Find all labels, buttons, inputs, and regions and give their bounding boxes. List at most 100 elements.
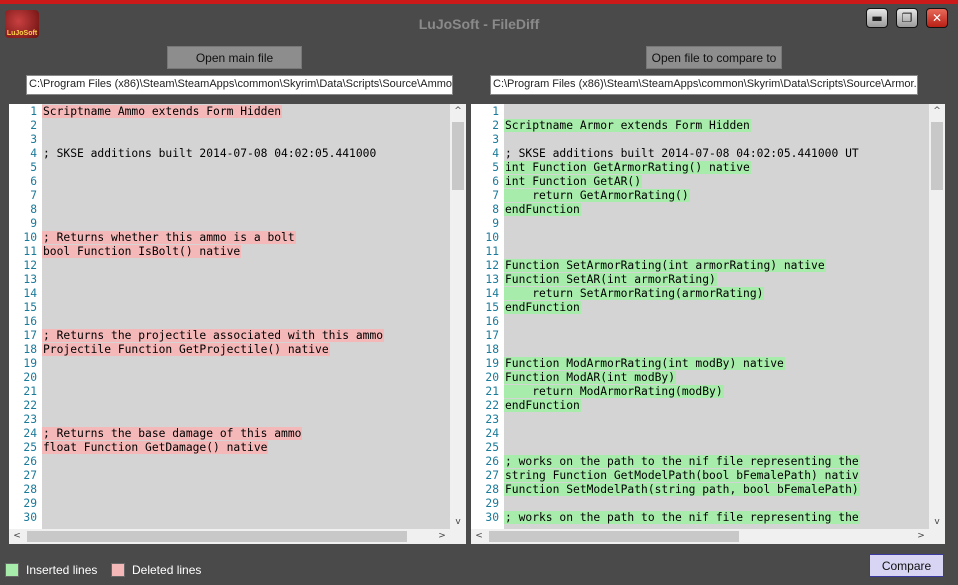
compare-file-pane[interactable]: 1 2 3 4 5 6 7 8 9 10 11 12 13 14 15 16 17 18 19 20 21 22 23 24 2…: [471, 104, 945, 544]
line-number: 26: [485, 455, 499, 468]
compare-button[interactable]: Compare: [869, 554, 944, 577]
code-line: ; Returns whether this ammo is a bolt: [42, 231, 450, 245]
line-number: 25: [23, 441, 37, 454]
main-file-pane[interactable]: 1 2 3 4 5 6 7 8 9 10 11 12 13 14 15 16 17 18 19 20 21 22 23 24 2…: [9, 104, 466, 544]
line-number: 6: [492, 175, 499, 188]
code-line: ; SKSE additions built 2014-07-08 04:02:…: [504, 147, 929, 161]
line-number: 10: [23, 231, 37, 244]
code-line: ; Returns the base damage of this ammo: [42, 427, 450, 441]
code-line-text: ; SKSE additions built 2014-07-08 04:02:…: [505, 147, 859, 160]
line-number: 26: [23, 455, 37, 468]
line-number-gutter: 1 2 3 4 5 6 7 8 9 10 11 12 13 14 15 16 17 18 19 20 21 22 23 24 2…: [9, 104, 43, 529]
scrollbar-corner: [929, 529, 945, 544]
open-main-file-button[interactable]: Open main file: [167, 46, 302, 69]
line-number: 20: [485, 371, 499, 384]
line-number: 18: [485, 343, 499, 356]
scroll-right-icon[interactable]: >: [434, 529, 450, 543]
line-number: 16: [485, 315, 499, 328]
compare-file-path-field[interactable]: C:\Program Files (x86)\Steam\SteamApps\c…: [490, 75, 918, 95]
line-number: 16: [23, 315, 37, 328]
code-line: [42, 273, 450, 287]
code-line-text: return SetArmorRating(armorRating): [504, 287, 765, 300]
code-line: [504, 497, 929, 511]
minimize-button[interactable]: ▬: [866, 8, 888, 28]
main-file-text[interactable]: Scriptname Ammo extends Form Hidden ; SKS…: [42, 104, 450, 529]
scroll-left-icon[interactable]: <: [9, 529, 25, 543]
line-number: 15: [485, 301, 499, 314]
scrollbar-thumb[interactable]: [931, 122, 943, 190]
line-number: 22: [23, 399, 37, 412]
maximize-button[interactable]: ❐: [896, 8, 918, 28]
close-button[interactable]: ✕: [926, 8, 948, 28]
code-line-text: ; works on the path to the nif file repr…: [504, 455, 860, 468]
line-number: 2: [30, 119, 37, 132]
scroll-right-icon[interactable]: >: [913, 529, 929, 543]
code-line: [504, 329, 929, 343]
horizontal-scrollbar[interactable]: < >: [9, 529, 450, 544]
code-line-text: ; Returns whether this ammo is a bolt: [42, 231, 296, 244]
code-line: [42, 483, 450, 497]
compare-file-text[interactable]: Scriptname Armor extends Form Hidden ; SK…: [504, 104, 929, 529]
horizontal-scrollbar[interactable]: < >: [471, 529, 929, 544]
scroll-down-icon[interactable]: v: [450, 515, 466, 529]
vertical-scrollbar[interactable]: ^ v: [450, 104, 466, 529]
open-compare-file-button[interactable]: Open file to compare to: [646, 46, 782, 69]
line-number: 18: [23, 343, 37, 356]
scrollbar-thumb[interactable]: [452, 122, 464, 190]
code-line: [42, 399, 450, 413]
line-number: 1: [30, 105, 37, 118]
code-line: Function ModArmorRating(int modBy) nativ…: [504, 357, 929, 371]
code-line: [42, 189, 450, 203]
code-line: ; works on the path to the nif file repr…: [504, 455, 929, 469]
main-file-path-field[interactable]: C:\Program Files (x86)\Steam\SteamApps\c…: [26, 75, 453, 95]
code-line: return ModArmorRating(modBy): [504, 385, 929, 399]
line-number: 14: [485, 287, 499, 300]
scroll-down-icon[interactable]: v: [929, 515, 945, 529]
code-line-text: return GetArmorRating(): [504, 189, 690, 202]
line-number: 3: [492, 133, 499, 146]
line-number: 5: [492, 161, 499, 174]
deleted-legend-label: Deleted lines: [132, 563, 202, 577]
vertical-scrollbar[interactable]: ^ v: [929, 104, 945, 529]
code-line-text: int Function GetAR(): [504, 175, 643, 188]
line-number: 23: [485, 413, 499, 426]
line-number: 17: [23, 329, 37, 342]
line-number: 27: [485, 469, 499, 482]
scrollbar-thumb[interactable]: [27, 531, 407, 542]
line-number: 12: [485, 259, 499, 272]
line-number: 21: [23, 385, 37, 398]
scroll-up-icon[interactable]: ^: [929, 104, 945, 118]
code-line: return SetArmorRating(armorRating): [504, 287, 929, 301]
code-line: [504, 245, 929, 259]
code-line: [42, 133, 450, 147]
scroll-left-icon[interactable]: <: [471, 529, 487, 543]
inserted-legend-label: Inserted lines: [26, 563, 98, 577]
code-line: [504, 427, 929, 441]
code-line: Function SetArmorRating(int armorRating)…: [504, 259, 929, 273]
scroll-up-icon[interactable]: ^: [450, 104, 466, 118]
line-number: 12: [23, 259, 37, 272]
line-number: 9: [30, 217, 37, 230]
line-number-gutter: 1 2 3 4 5 6 7 8 9 10 11 12 13 14 15 16 17 18 19 20 21 22 23 24 2…: [471, 104, 505, 529]
code-line-text: int Function GetArmorRating() native: [504, 161, 751, 174]
scrollbar-thumb[interactable]: [489, 531, 739, 542]
line-number: 17: [485, 329, 499, 342]
code-line: bool Function IsBolt() native: [42, 245, 450, 259]
code-line: Function SetModelPath(string path, bool …: [504, 483, 929, 497]
line-number: 10: [485, 231, 499, 244]
code-line-text: ; Returns the projectile associated with…: [42, 329, 385, 342]
